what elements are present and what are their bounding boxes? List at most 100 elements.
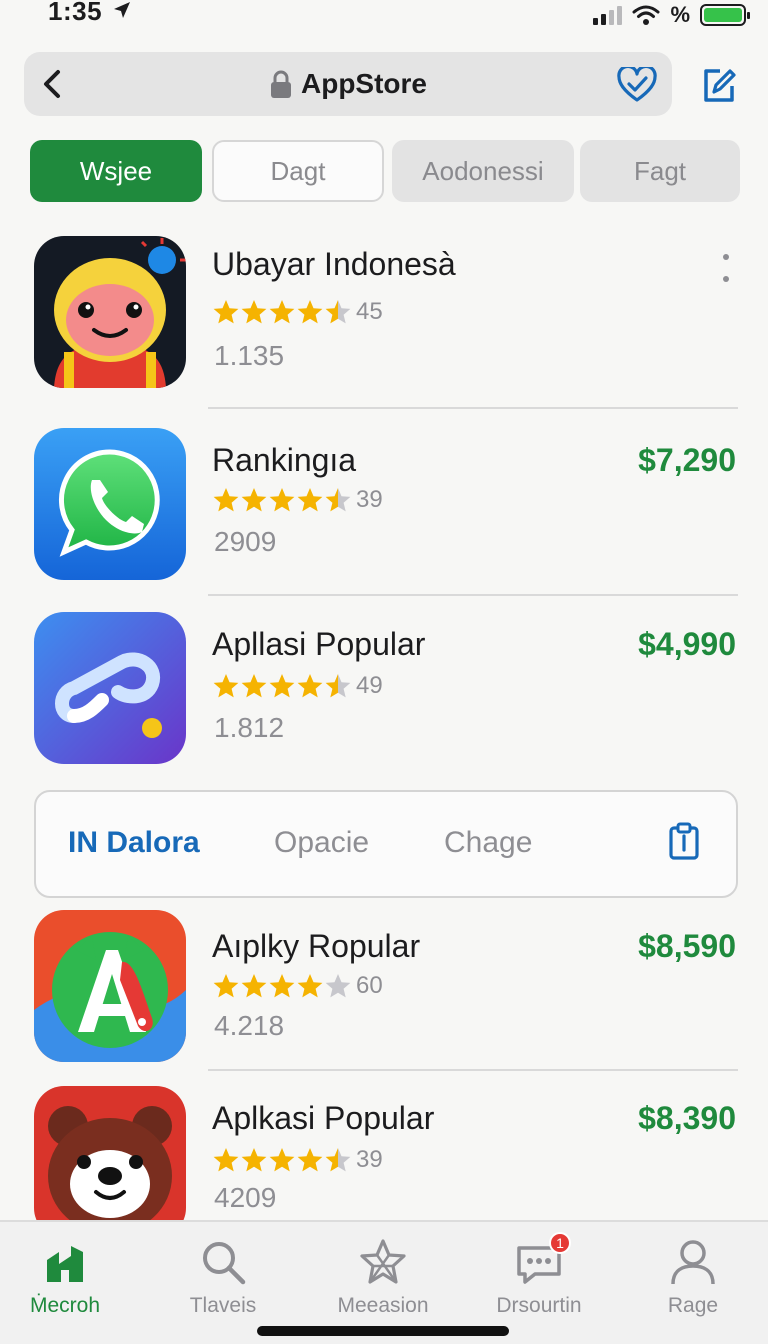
star-full-icon <box>213 488 239 512</box>
filter-chip-1[interactable]: Wsjee <box>30 140 202 202</box>
star-empty-icon <box>325 974 351 998</box>
app-icon-bear <box>34 1086 186 1220</box>
more-options-button[interactable] <box>720 254 732 282</box>
star-full-icon <box>241 974 267 998</box>
segmented-control: IN Dalora Opacie Chage <box>34 790 738 898</box>
rating-count: 39 <box>356 486 383 513</box>
install-count: 2909 <box>214 526 277 557</box>
app-price[interactable]: $7,290 <box>638 442 736 479</box>
tab-label: Ṁecroh <box>29 1294 101 1317</box>
notification-badge: 1 <box>549 1232 571 1254</box>
star-full-icon <box>297 300 323 324</box>
clipboard-icon <box>669 822 699 860</box>
star-rating <box>212 1146 352 1174</box>
star-half-icon <box>325 1148 351 1172</box>
tab-4[interactable]: 1 Drsourtin <box>484 1232 594 1318</box>
profile-icon <box>669 1238 717 1286</box>
app-rating: 60 <box>212 972 383 1000</box>
app-list-item[interactable]: Rankingıa $7,290 39 2909 <box>0 428 768 588</box>
star-rating <box>212 486 352 514</box>
tab-2[interactable]: Tlaveis <box>168 1238 278 1318</box>
app-name: Aıplky Ropular <box>212 928 421 964</box>
star-icon <box>359 1238 407 1286</box>
home-icon <box>41 1238 89 1286</box>
star-full-icon <box>213 300 239 324</box>
star-full-icon <box>241 300 267 324</box>
divider <box>208 1069 738 1071</box>
tab-label: Meeasion <box>337 1294 429 1317</box>
star-full-icon <box>241 674 267 698</box>
search-icon <box>199 1238 247 1286</box>
star-full-icon <box>269 300 295 324</box>
star-full-icon <box>297 1148 323 1172</box>
nav-bar: AppStore <box>24 52 672 116</box>
rating-count: 45 <box>356 298 383 325</box>
app-icon-mascot <box>34 236 186 388</box>
signal-icon <box>593 5 623 25</box>
app-rating: 49 <box>212 672 383 700</box>
app-rating: 45 <box>212 298 383 326</box>
app-price[interactable]: $4,990 <box>638 626 736 663</box>
app-price[interactable]: $8,390 <box>638 1100 736 1137</box>
chat-icon: 1 <box>515 1232 571 1286</box>
status-bar: 1:35 % <box>0 0 768 30</box>
tab-3[interactable]: Meeasion <box>328 1238 438 1318</box>
app-list-item[interactable]: Ubayar Indonesà 45 1.135 <box>0 236 768 406</box>
star-rating <box>212 672 352 700</box>
star-rating <box>212 298 352 326</box>
filter-chip-3[interactable]: Aodonessi <box>392 140 574 202</box>
tab-1[interactable]: Ṁecroh <box>10 1238 120 1318</box>
star-full-icon <box>213 1148 239 1172</box>
star-full-icon <box>241 1148 267 1172</box>
app-list-item[interactable]: Aplkasi Popular $8,390 39 4209 <box>0 1086 768 1220</box>
battery-percent: % <box>670 2 690 27</box>
star-full-icon <box>269 1148 295 1172</box>
app-list-item[interactable]: Aıplky Ropular $8,590 60 4.218 <box>0 910 768 1070</box>
wifi-icon <box>632 5 660 25</box>
filter-chip-4[interactable]: Fagt <box>580 140 740 202</box>
app-price[interactable]: $8,590 <box>638 928 736 965</box>
tab-5[interactable]: Rage <box>638 1238 748 1318</box>
page-title: AppStore <box>301 68 427 99</box>
tab-label: Rage <box>667 1294 719 1317</box>
battery-icon <box>700 4 750 26</box>
app-rating: 39 <box>212 486 383 514</box>
rating-count: 39 <box>356 1146 383 1173</box>
star-half-icon <box>325 488 351 512</box>
star-full-icon <box>297 488 323 512</box>
divider <box>208 407 738 409</box>
status-indicators: % <box>593 2 750 28</box>
star-full-icon <box>269 974 295 998</box>
lock-icon <box>271 70 291 98</box>
tab-label: Tlaveis <box>189 1294 257 1317</box>
star-full-icon <box>241 488 267 512</box>
app-icon-phone <box>34 428 186 580</box>
rating-count: 60 <box>356 972 383 999</box>
app-name: Ubayar Indonesà <box>212 246 456 282</box>
segment-item-2[interactable]: Opacie <box>274 826 369 860</box>
app-icon-infinity <box>34 612 186 764</box>
home-indicator[interactable] <box>257 1326 509 1336</box>
star-rating <box>212 972 352 1000</box>
filter-chip-2[interactable]: Dagt <box>212 140 384 202</box>
app-name: Rankingıa <box>212 442 357 478</box>
nav-title-group: AppStore <box>24 68 672 100</box>
star-half-icon <box>325 674 351 698</box>
segment-item-3[interactable]: Chage <box>444 826 532 860</box>
install-count: 4209 <box>214 1182 277 1213</box>
star-full-icon <box>297 674 323 698</box>
install-count: 1.812 <box>214 712 285 743</box>
rating-count: 49 <box>356 672 383 699</box>
install-count: 1.135 <box>214 340 285 371</box>
compose-button[interactable] <box>698 64 740 106</box>
verified-button[interactable] <box>616 64 658 106</box>
star-full-icon <box>269 674 295 698</box>
star-half-icon <box>325 300 351 324</box>
segment-item-1[interactable]: IN Dalora <box>68 826 200 860</box>
app-list-item[interactable]: Apllasi Popular $4,990 49 1.812 <box>0 612 768 772</box>
verified-heart-icon <box>617 67 657 102</box>
location-arrow-icon <box>114 2 130 18</box>
clipboard-button[interactable] <box>668 822 700 865</box>
app-rating: 39 <box>212 1146 383 1174</box>
divider <box>208 594 738 596</box>
